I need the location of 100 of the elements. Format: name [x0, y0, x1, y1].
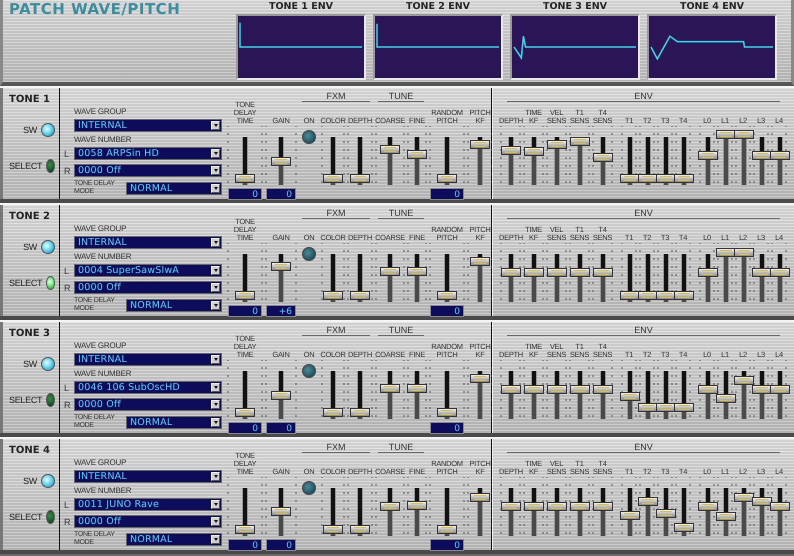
dropdown-arrow-icon[interactable] — [211, 184, 220, 192]
dropdown-arrow-icon[interactable] — [211, 517, 220, 526]
wave-dropdown[interactable]: 0000 Off — [74, 281, 222, 294]
select-led[interactable] — [46, 393, 55, 407]
slider-thumb[interactable] — [380, 502, 400, 511]
select-led[interactable] — [46, 276, 55, 290]
slider-thumb[interactable] — [716, 130, 736, 140]
switch-led[interactable] — [41, 474, 55, 488]
wave-group-dropdown[interactable]: INTERNAL — [74, 119, 222, 132]
slider-thumb[interactable] — [350, 525, 370, 534]
slider-thumb[interactable] — [770, 502, 790, 511]
slider-thumb[interactable] — [546, 268, 566, 277]
slider-thumb[interactable] — [674, 174, 694, 183]
slider-thumb[interactable] — [638, 497, 658, 506]
wave-dropdown[interactable]: 0004 SuperSawSlwA — [74, 264, 222, 277]
slider-thumb[interactable] — [592, 153, 612, 162]
slider-thumb[interactable] — [592, 502, 612, 511]
slider-thumb[interactable] — [638, 174, 658, 183]
switch-led[interactable] — [41, 123, 55, 137]
slider-thumb[interactable] — [350, 408, 370, 417]
slider-thumb[interactable] — [570, 385, 590, 394]
slider-thumb[interactable] — [770, 385, 790, 394]
slider-thumb[interactable] — [638, 403, 658, 412]
slider-thumb[interactable] — [656, 291, 676, 300]
select-led[interactable] — [46, 510, 55, 524]
slider-thumb[interactable] — [716, 248, 736, 258]
slider-thumb[interactable] — [271, 506, 291, 516]
slider-thumb[interactable] — [620, 291, 640, 300]
switch-led[interactable] — [41, 240, 55, 254]
wave-dropdown[interactable]: 0000 Off — [74, 515, 222, 528]
slider-thumb[interactable] — [752, 151, 772, 160]
slider-thumb[interactable] — [620, 174, 640, 183]
slider-thumb[interactable] — [323, 408, 343, 417]
slider-thumb[interactable] — [235, 408, 255, 417]
slider-thumb[interactable] — [407, 384, 427, 393]
slider-thumb[interactable] — [350, 291, 370, 300]
fxm-on-button[interactable] — [302, 364, 316, 378]
slider-thumb[interactable] — [734, 492, 754, 502]
dropdown-arrow-icon[interactable] — [211, 355, 220, 364]
slider-thumb[interactable] — [770, 268, 790, 277]
slider-thumb[interactable] — [271, 391, 291, 400]
wave-group-dropdown[interactable]: INTERNAL — [74, 236, 222, 249]
slider-thumb[interactable] — [752, 385, 772, 394]
slider-thumb[interactable] — [524, 268, 544, 277]
slider-thumb[interactable] — [656, 174, 676, 183]
slider-thumb[interactable] — [470, 374, 490, 384]
slider-thumb[interactable] — [698, 502, 718, 511]
wave-dropdown[interactable]: 0058 ARPSin HD — [74, 147, 222, 160]
switch-led[interactable] — [41, 357, 55, 371]
slider-thumb[interactable] — [380, 384, 400, 393]
fxm-on-button[interactable] — [302, 130, 316, 144]
slider-thumb[interactable] — [570, 268, 590, 277]
delay-mode-dropdown[interactable]: NORMAL — [126, 532, 222, 546]
dropdown-arrow-icon[interactable] — [211, 534, 220, 544]
slider-thumb[interactable] — [716, 394, 736, 404]
slider-thumb[interactable] — [620, 511, 640, 520]
slider-thumb[interactable] — [437, 525, 457, 534]
slider-thumb[interactable] — [546, 502, 566, 511]
slider-thumb[interactable] — [470, 140, 490, 150]
slider-thumb[interactable] — [437, 174, 457, 183]
slider-thumb[interactable] — [470, 492, 490, 502]
dropdown-arrow-icon[interactable] — [211, 383, 220, 392]
dropdown-arrow-icon[interactable] — [211, 500, 220, 509]
slider-thumb[interactable] — [235, 291, 255, 300]
slider-thumb[interactable] — [656, 508, 676, 518]
slider-thumb[interactable] — [470, 257, 490, 266]
slider-thumb[interactable] — [674, 403, 694, 412]
delay-mode-dropdown[interactable]: NORMAL — [126, 182, 222, 194]
slider-thumb[interactable] — [407, 501, 427, 510]
slider-thumb[interactable] — [546, 140, 566, 150]
slider-thumb[interactable] — [380, 266, 400, 276]
wave-dropdown[interactable]: 0000 Off — [74, 164, 222, 177]
slider-thumb[interactable] — [524, 502, 544, 511]
slider-thumb[interactable] — [524, 147, 544, 156]
slider-thumb[interactable] — [638, 291, 658, 300]
slider-thumb[interactable] — [734, 248, 754, 258]
slider-thumb[interactable] — [716, 512, 736, 522]
slider-thumb[interactable] — [592, 385, 612, 394]
slider-thumb[interactable] — [407, 266, 427, 276]
slider-thumb[interactable] — [323, 174, 343, 183]
slider-thumb[interactable] — [323, 291, 343, 300]
slider-thumb[interactable] — [500, 146, 520, 156]
slider-thumb[interactable] — [500, 385, 520, 394]
slider-thumb[interactable] — [770, 151, 790, 160]
dropdown-arrow-icon[interactable] — [211, 418, 220, 426]
slider-thumb[interactable] — [380, 144, 400, 154]
dropdown-arrow-icon[interactable] — [211, 472, 220, 481]
slider-thumb[interactable] — [620, 392, 640, 401]
slider-thumb[interactable] — [524, 385, 544, 394]
dropdown-arrow-icon[interactable] — [211, 266, 220, 275]
dropdown-arrow-icon[interactable] — [211, 238, 220, 247]
slider-thumb[interactable] — [500, 502, 520, 511]
wave-dropdown[interactable]: 0000 Off — [74, 398, 222, 411]
slider-thumb[interactable] — [752, 268, 772, 277]
slider-thumb[interactable] — [350, 174, 370, 183]
slider-thumb[interactable] — [698, 151, 718, 160]
select-led[interactable] — [46, 159, 55, 173]
slider-thumb[interactable] — [271, 157, 291, 166]
slider-thumb[interactable] — [570, 137, 590, 146]
slider-thumb[interactable] — [546, 385, 566, 394]
